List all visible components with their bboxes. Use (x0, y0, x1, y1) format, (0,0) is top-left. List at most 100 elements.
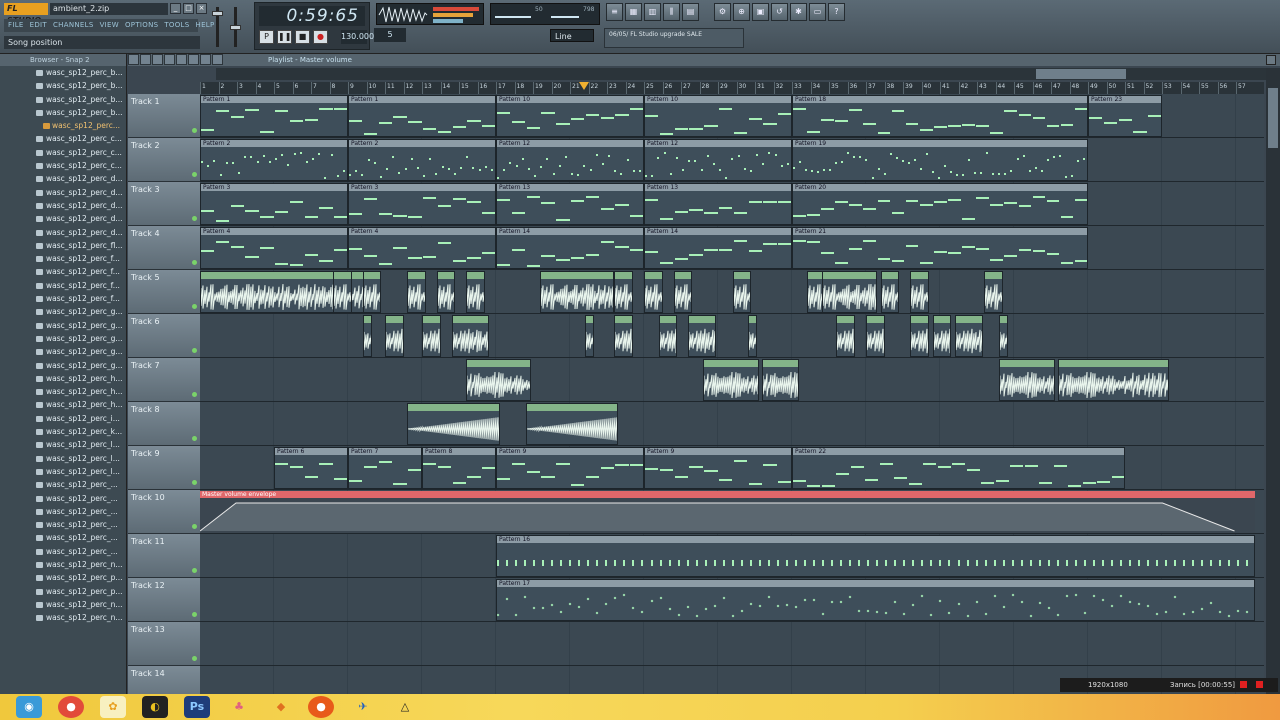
track-lane[interactable] (200, 622, 1264, 666)
audio-clip[interactable] (747, 315, 757, 357)
audio-clip[interactable] (584, 315, 595, 357)
master-volume-pitch-sliders[interactable] (206, 5, 246, 49)
audio-clip[interactable] (910, 271, 929, 313)
browser-item[interactable]: wasc_sp12_perc_f... (0, 292, 126, 305)
track-header[interactable]: Track 4 (128, 226, 200, 270)
audio-clip[interactable] (999, 359, 1055, 401)
browser-item[interactable]: wasc_sp12_perc_b... (0, 66, 126, 79)
menu-file[interactable]: FILE (8, 19, 24, 32)
pause-button[interactable]: ❚❚ (277, 30, 292, 44)
browser-item[interactable]: wasc_sp12_perc_p... (0, 585, 126, 598)
timeline-ruler[interactable]: 1 2 3 4 5 6 7 8 9 10 11 12 13 14 15 16 17 18 19 20 21 22 23 24 2… (200, 82, 1264, 94)
browser-item[interactable]: wasc_sp12_perc_k... (0, 425, 126, 438)
track-active-led-icon[interactable] (192, 480, 197, 485)
tempo-display[interactable]: 130.000 (341, 30, 374, 44)
track-lane[interactable] (200, 270, 1264, 314)
browser-item[interactable]: wasc_sp12_perc_g... (0, 319, 126, 332)
audio-clip[interactable] (540, 271, 615, 313)
pattern-clip[interactable]: Pattern 10 (496, 95, 644, 137)
pattern-clip[interactable]: Pattern 17 (496, 579, 1255, 621)
pattern-clip[interactable]: Pattern 2 (200, 139, 348, 181)
audio-clip[interactable] (732, 271, 752, 313)
settings-icon[interactable]: ▭ (809, 3, 826, 21)
audio-clip[interactable] (466, 359, 532, 401)
track-active-led-icon[interactable] (192, 172, 197, 177)
mixer-button-icon[interactable]: ⫼ (663, 3, 680, 21)
paint-tool-icon[interactable] (140, 54, 151, 65)
audio-clip[interactable] (836, 315, 855, 357)
track-lane[interactable]: Pattern 3 Pattern 3 Pattern 13 Pattern 13 Pa… (200, 182, 1264, 226)
master-volume-slider[interactable] (212, 11, 223, 16)
track-header[interactable]: Track 12 (128, 578, 200, 622)
browser-item[interactable]: wasc_sp12_perc_h... (0, 398, 126, 411)
track-lane[interactable]: Master volume envelope (200, 490, 1264, 534)
track-active-led-icon[interactable] (192, 304, 197, 309)
help-icon[interactable]: ? (828, 3, 845, 21)
track-header[interactable]: Track 11 (128, 534, 200, 578)
app-icon[interactable]: △ (392, 696, 418, 718)
scrollbar-thumb[interactable] (1268, 88, 1278, 148)
track-header[interactable]: Track 8 (128, 402, 200, 446)
track-lane[interactable] (200, 314, 1264, 358)
chrome-icon[interactable]: ● (58, 696, 84, 718)
browser-item[interactable]: wasc_sp12_perc_... (0, 492, 126, 505)
track-lane[interactable]: Pattern 1 Pattern 1 Pattern 10 Pattern 10 Pa… (200, 94, 1264, 138)
fl-studio-icon[interactable]: ✿ (100, 696, 126, 718)
pattern-song-toggle[interactable]: P (259, 30, 274, 44)
track-active-led-icon[interactable] (192, 392, 197, 397)
firefox-icon[interactable]: ● (308, 696, 334, 718)
browser-item[interactable]: wasc_sp12_perc_f... (0, 265, 126, 278)
pattern-clip[interactable]: Pattern 14 (496, 227, 644, 269)
pattern-clip[interactable]: Pattern 2 (348, 139, 496, 181)
playlist-button-icon[interactable]: ≡ (606, 3, 623, 21)
browser-item[interactable]: wasc_sp12_perc_fl... (0, 239, 126, 252)
audio-clip[interactable] (525, 403, 619, 445)
master-pitch-slider[interactable] (230, 25, 241, 30)
audio-clip[interactable] (362, 315, 373, 357)
track-active-led-icon[interactable] (192, 260, 197, 265)
browser-item[interactable]: wasc_sp12_perc_g... (0, 345, 126, 358)
track-lane[interactable]: Pattern 6 Pattern 7 Pattern 8 Pattern 9 Patt… (200, 446, 1264, 490)
maximize-icon[interactable]: □ (183, 3, 194, 14)
browser-item[interactable]: wasc_sp12_perc_n... (0, 611, 126, 624)
browser-item[interactable]: wasc_sp12_perc_c... (0, 146, 126, 159)
browser-item[interactable]: wasc_sp12_perc_l... (0, 438, 126, 451)
audio-clip[interactable] (866, 315, 885, 357)
browser-item[interactable]: wasc_sp12_perc_d... (0, 172, 126, 185)
scrollbar-thumb[interactable] (1036, 69, 1126, 79)
pattern-clip[interactable]: Pattern 4 (200, 227, 348, 269)
browser-item[interactable]: wasc_sp12_perc_c... (0, 159, 126, 172)
pattern-clip[interactable]: Pattern 12 (644, 139, 792, 181)
channel-rack-button-icon[interactable]: ▥ (644, 3, 661, 21)
browser-item[interactable]: wasc_sp12_perc_f... (0, 279, 126, 292)
browser-item[interactable]: wasc_sp12_perc_d... (0, 199, 126, 212)
record-button[interactable]: ● (313, 30, 328, 44)
audio-clip[interactable] (407, 271, 426, 313)
browser-item[interactable]: wasc_sp12_perc_f... (0, 252, 126, 265)
track-active-led-icon[interactable] (192, 216, 197, 221)
audio-clip[interactable] (984, 271, 1003, 313)
playlist-title[interactable]: Playlist - Master volume (268, 54, 352, 66)
audio-clip[interactable] (658, 315, 678, 357)
audio-clip[interactable] (614, 271, 633, 313)
pattern-clip[interactable]: Pattern 4 (348, 227, 496, 269)
audio-clip[interactable] (407, 403, 500, 445)
track-header[interactable]: Track 5 (128, 270, 200, 314)
minimize-icon[interactable]: _ (170, 3, 181, 14)
audio-clip[interactable] (762, 359, 800, 401)
stop-record-icon[interactable] (1240, 681, 1247, 688)
audio-clip[interactable] (999, 315, 1009, 357)
menu-tools[interactable]: TOOLS (164, 19, 189, 32)
browser-item[interactable]: wasc_sp12_perc_g... (0, 332, 126, 345)
pattern-clip[interactable]: Pattern 18 (792, 95, 1088, 137)
track-active-led-icon[interactable] (192, 436, 197, 441)
browser-item[interactable]: wasc_sp12_perc_... (0, 518, 126, 531)
track-active-led-icon[interactable] (192, 612, 197, 617)
playhead-marker[interactable] (579, 82, 590, 90)
render-icon[interactable]: ⊕ (733, 3, 750, 21)
browser-item[interactable]: wasc_sp12_perc_... (0, 505, 126, 518)
plugin-picker-icon[interactable]: ⚙ (714, 3, 731, 21)
browser-item[interactable]: wasc_sp12_perc_... (0, 531, 126, 544)
audio-clip[interactable] (688, 315, 717, 357)
pattern-clip[interactable]: Pattern 19 (792, 139, 1088, 181)
